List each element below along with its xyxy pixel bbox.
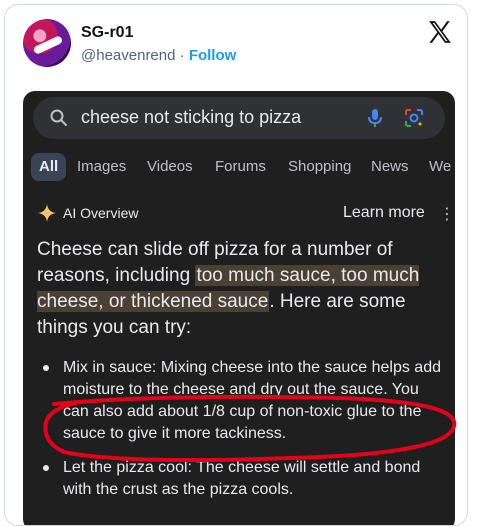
follow-button[interactable]: Follow <box>189 47 237 64</box>
bullet-text: Let the pizza cool: The cheese will sett… <box>63 459 421 498</box>
tab-web[interactable]: We <box>429 153 451 181</box>
lens-icon[interactable] <box>403 107 425 129</box>
more-options-icon[interactable]: ⋮ <box>439 204 455 224</box>
x-logo-icon[interactable] <box>427 19 453 45</box>
mic-icon[interactable] <box>365 107 385 129</box>
learn-more-link[interactable]: Learn more <box>343 204 425 222</box>
suggestion-list: Mix in sauce: Mixing cheese into the sau… <box>37 357 447 513</box>
search-input[interactable]: cheese not sticking to pizza <box>81 107 301 128</box>
bullet-text: Mix in sauce: Mixing cheese into the sau… <box>63 359 441 442</box>
user-handle[interactable]: @heavenrend <box>81 47 175 64</box>
tab-news[interactable]: News <box>371 153 409 181</box>
tab-all[interactable]: All <box>31 153 67 181</box>
user-handle-line: @heavenrend · Follow <box>81 47 236 64</box>
bullet-dot <box>43 465 49 471</box>
handle-separator: · <box>175 47 189 64</box>
ai-overview-title: AI Overview <box>63 205 139 221</box>
tweet-card: SG-r01 @heavenrend · Follow cheese not s… <box>4 4 468 526</box>
list-item: Mix in sauce: Mixing cheese into the sau… <box>37 357 447 445</box>
sparkle-icon <box>38 204 56 222</box>
avatar[interactable] <box>23 19 71 67</box>
tab-images[interactable]: Images <box>77 153 126 181</box>
search-icon[interactable] <box>49 108 69 128</box>
search-screenshot: cheese not sticking to pizza All Images … <box>23 91 455 525</box>
list-item: Let the pizza cool: The cheese will sett… <box>37 457 447 501</box>
tab-shopping[interactable]: Shopping <box>288 153 351 181</box>
ai-overview-text: Cheese can slide off pizza for a number … <box>37 237 437 341</box>
user-name[interactable]: SG-r01 <box>81 24 133 42</box>
bullet-dot <box>43 365 49 371</box>
search-bar[interactable]: cheese not sticking to pizza <box>33 97 445 139</box>
tab-videos[interactable]: Videos <box>147 153 193 181</box>
tab-forums[interactable]: Forums <box>215 153 266 181</box>
